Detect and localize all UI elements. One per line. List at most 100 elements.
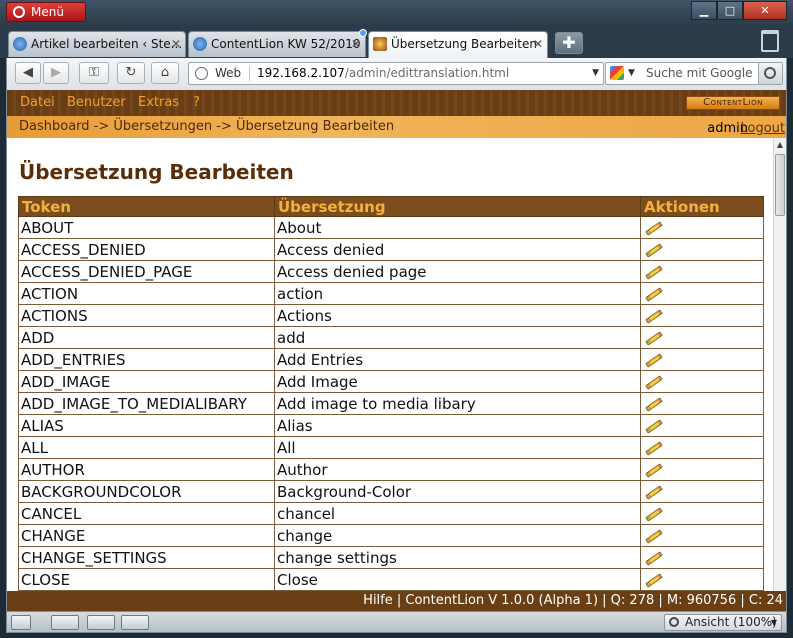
- table-row: AUTHOR Author: [18, 458, 764, 481]
- address-separator: [249, 66, 250, 81]
- new-tab-button[interactable]: ✚: [555, 32, 583, 54]
- token-cell: ADD_IMAGE: [18, 370, 275, 393]
- edit-pencil-icon[interactable]: [645, 440, 663, 456]
- actions-cell: [640, 458, 764, 481]
- zoom-control[interactable]: Ansicht (100%) ▼: [664, 614, 782, 631]
- maximize-button[interactable]: □: [717, 1, 743, 20]
- table-row: CLOSE Close: [18, 568, 764, 591]
- minimize-button[interactable]: ▁: [691, 1, 717, 20]
- table-row: ADD add: [18, 326, 764, 349]
- contentlion-favicon-icon: [373, 37, 387, 51]
- tab-uebersetzung[interactable]: Übersetzung Bearbeiten ✕: [368, 31, 548, 58]
- token-cell: ADD_ENTRIES: [18, 348, 275, 371]
- reload-button[interactable]: ↻: [117, 62, 145, 84]
- table-row: ACTIONS Actions: [18, 304, 764, 327]
- scroll-up-icon[interactable]: ▲: [774, 138, 786, 152]
- unite-icon[interactable]: [121, 615, 149, 630]
- translation-cell: add: [274, 326, 641, 349]
- search-field[interactable]: ▼ Suche mit Google: [605, 62, 783, 85]
- menu-benutzer[interactable]: Benutzer: [67, 95, 126, 110]
- table-row: ALL All: [18, 436, 764, 459]
- edit-pencil-icon[interactable]: [645, 264, 663, 280]
- url-host: 192.168.2.107: [257, 66, 345, 80]
- tab-title: ContentLion KW 52/2010: [211, 37, 361, 51]
- edit-pencil-icon[interactable]: [645, 352, 663, 368]
- tab-contentlion-kw[interactable]: ContentLion KW 52/2010 ✕: [188, 29, 367, 57]
- tab-activity-dot-icon: [359, 29, 367, 37]
- back-button[interactable]: ◀: [15, 62, 41, 84]
- vertical-scrollbar[interactable]: ▲: [773, 138, 786, 591]
- edit-pencil-icon[interactable]: [645, 308, 663, 324]
- address-dropdown-icon[interactable]: ▼: [592, 63, 599, 84]
- translation-cell: Alias: [274, 414, 641, 437]
- translation-cell: Actions: [274, 304, 641, 327]
- token-cell: ACTION: [18, 282, 275, 305]
- actions-cell: [640, 502, 764, 525]
- translation-cell: change settings: [274, 546, 641, 569]
- address-url[interactable]: 192.168.2.107/admin/edittranslation.html: [257, 63, 509, 84]
- menu-extras[interactable]: Extras: [138, 95, 179, 110]
- close-window-button[interactable]: ✕: [743, 1, 787, 20]
- address-bar[interactable]: Web 192.168.2.107/admin/edittranslation.…: [188, 62, 604, 85]
- menu-datei[interactable]: Datei: [20, 95, 55, 110]
- edit-pencil-icon[interactable]: [645, 396, 663, 412]
- google-icon[interactable]: [610, 66, 624, 80]
- actions-cell: [640, 370, 764, 393]
- translation-cell: action: [274, 282, 641, 305]
- home-button[interactable]: ⌂: [151, 62, 179, 84]
- edit-pencil-icon[interactable]: [645, 374, 663, 390]
- edit-pencil-icon[interactable]: [645, 242, 663, 258]
- edit-pencil-icon[interactable]: [645, 286, 663, 302]
- menu-help[interactable]: ?: [193, 95, 200, 110]
- tab-artikel[interactable]: Artikel bearbeiten ‹ Ste... ✕: [8, 31, 186, 57]
- tab-close-icon[interactable]: ✕: [171, 32, 181, 56]
- token-cell: ACCESS_DENIED_PAGE: [18, 260, 275, 283]
- translation-cell: Add Image: [274, 370, 641, 393]
- translation-table: Token Übersetzung Aktionen ABOUT About ACC…: [18, 196, 764, 591]
- breadcrumb[interactable]: Dashboard -> Übersetzungen -> Übersetzun…: [19, 119, 394, 134]
- table-header-row: Token Übersetzung Aktionen: [18, 196, 764, 217]
- translation-cell: About: [274, 216, 641, 239]
- translation-cell: change: [274, 524, 641, 547]
- table-row: ADD_IMAGE_TO_MEDIALIBARY Add image to med…: [18, 392, 764, 415]
- translation-cell: All: [274, 436, 641, 459]
- token-cell: ABOUT: [18, 216, 275, 239]
- opera-menu-button[interactable]: Menü: [6, 2, 86, 22]
- address-web-label: Web: [215, 66, 242, 80]
- actions-cell: [640, 216, 764, 239]
- table-row: ABOUT About: [18, 216, 764, 239]
- zoom-dropdown-icon[interactable]: ▼: [771, 615, 777, 630]
- trash-icon[interactable]: [761, 30, 779, 52]
- edit-pencil-icon[interactable]: [645, 550, 663, 566]
- search-button[interactable]: [758, 63, 782, 84]
- edit-pencil-icon[interactable]: [645, 528, 663, 544]
- network-icon[interactable]: [87, 615, 115, 630]
- actions-cell: [640, 480, 764, 503]
- opera-menu-label: Menü: [31, 5, 64, 19]
- search-engine-dropdown-icon[interactable]: ▼: [628, 63, 635, 84]
- logout-link[interactable]: Logout: [740, 121, 785, 136]
- edit-pencil-icon[interactable]: [645, 484, 663, 500]
- wordpress-favicon-icon: [13, 37, 27, 51]
- token-cell: ALL: [18, 436, 275, 459]
- page-title: Übersetzung Bearbeiten: [19, 160, 294, 184]
- panel-toggle-icon[interactable]: [11, 615, 31, 630]
- edit-pencil-icon[interactable]: [645, 572, 663, 588]
- site-footer: Hilfe | ContentLion V 1.0.0 (Alpha 1) | …: [6, 591, 787, 611]
- forward-button[interactable]: ▶: [43, 62, 69, 84]
- translation-cell: Access denied page: [274, 260, 641, 283]
- edit-pencil-icon[interactable]: [645, 330, 663, 346]
- wand-key-button[interactable]: ⚿: [79, 62, 109, 84]
- browser-toolbar: ◀ ▶ ⚿ ↻ ⌂ Web 192.168.2.107/admin/edittr…: [6, 58, 787, 90]
- token-cell: ACTIONS: [18, 304, 275, 327]
- scroll-thumb[interactable]: [775, 154, 785, 216]
- edit-pencil-icon[interactable]: [645, 462, 663, 478]
- tab-close-icon[interactable]: ✕: [533, 32, 543, 56]
- translation-cell: Access denied: [274, 238, 641, 261]
- window-controls: ▁ □ ✕: [691, 1, 787, 21]
- sync-icon[interactable]: [51, 615, 79, 630]
- edit-pencil-icon[interactable]: [645, 220, 663, 236]
- edit-pencil-icon[interactable]: [645, 418, 663, 434]
- edit-pencil-icon[interactable]: [645, 506, 663, 522]
- table-row: ACCESS_DENIED_PAGE Access denied page: [18, 260, 764, 283]
